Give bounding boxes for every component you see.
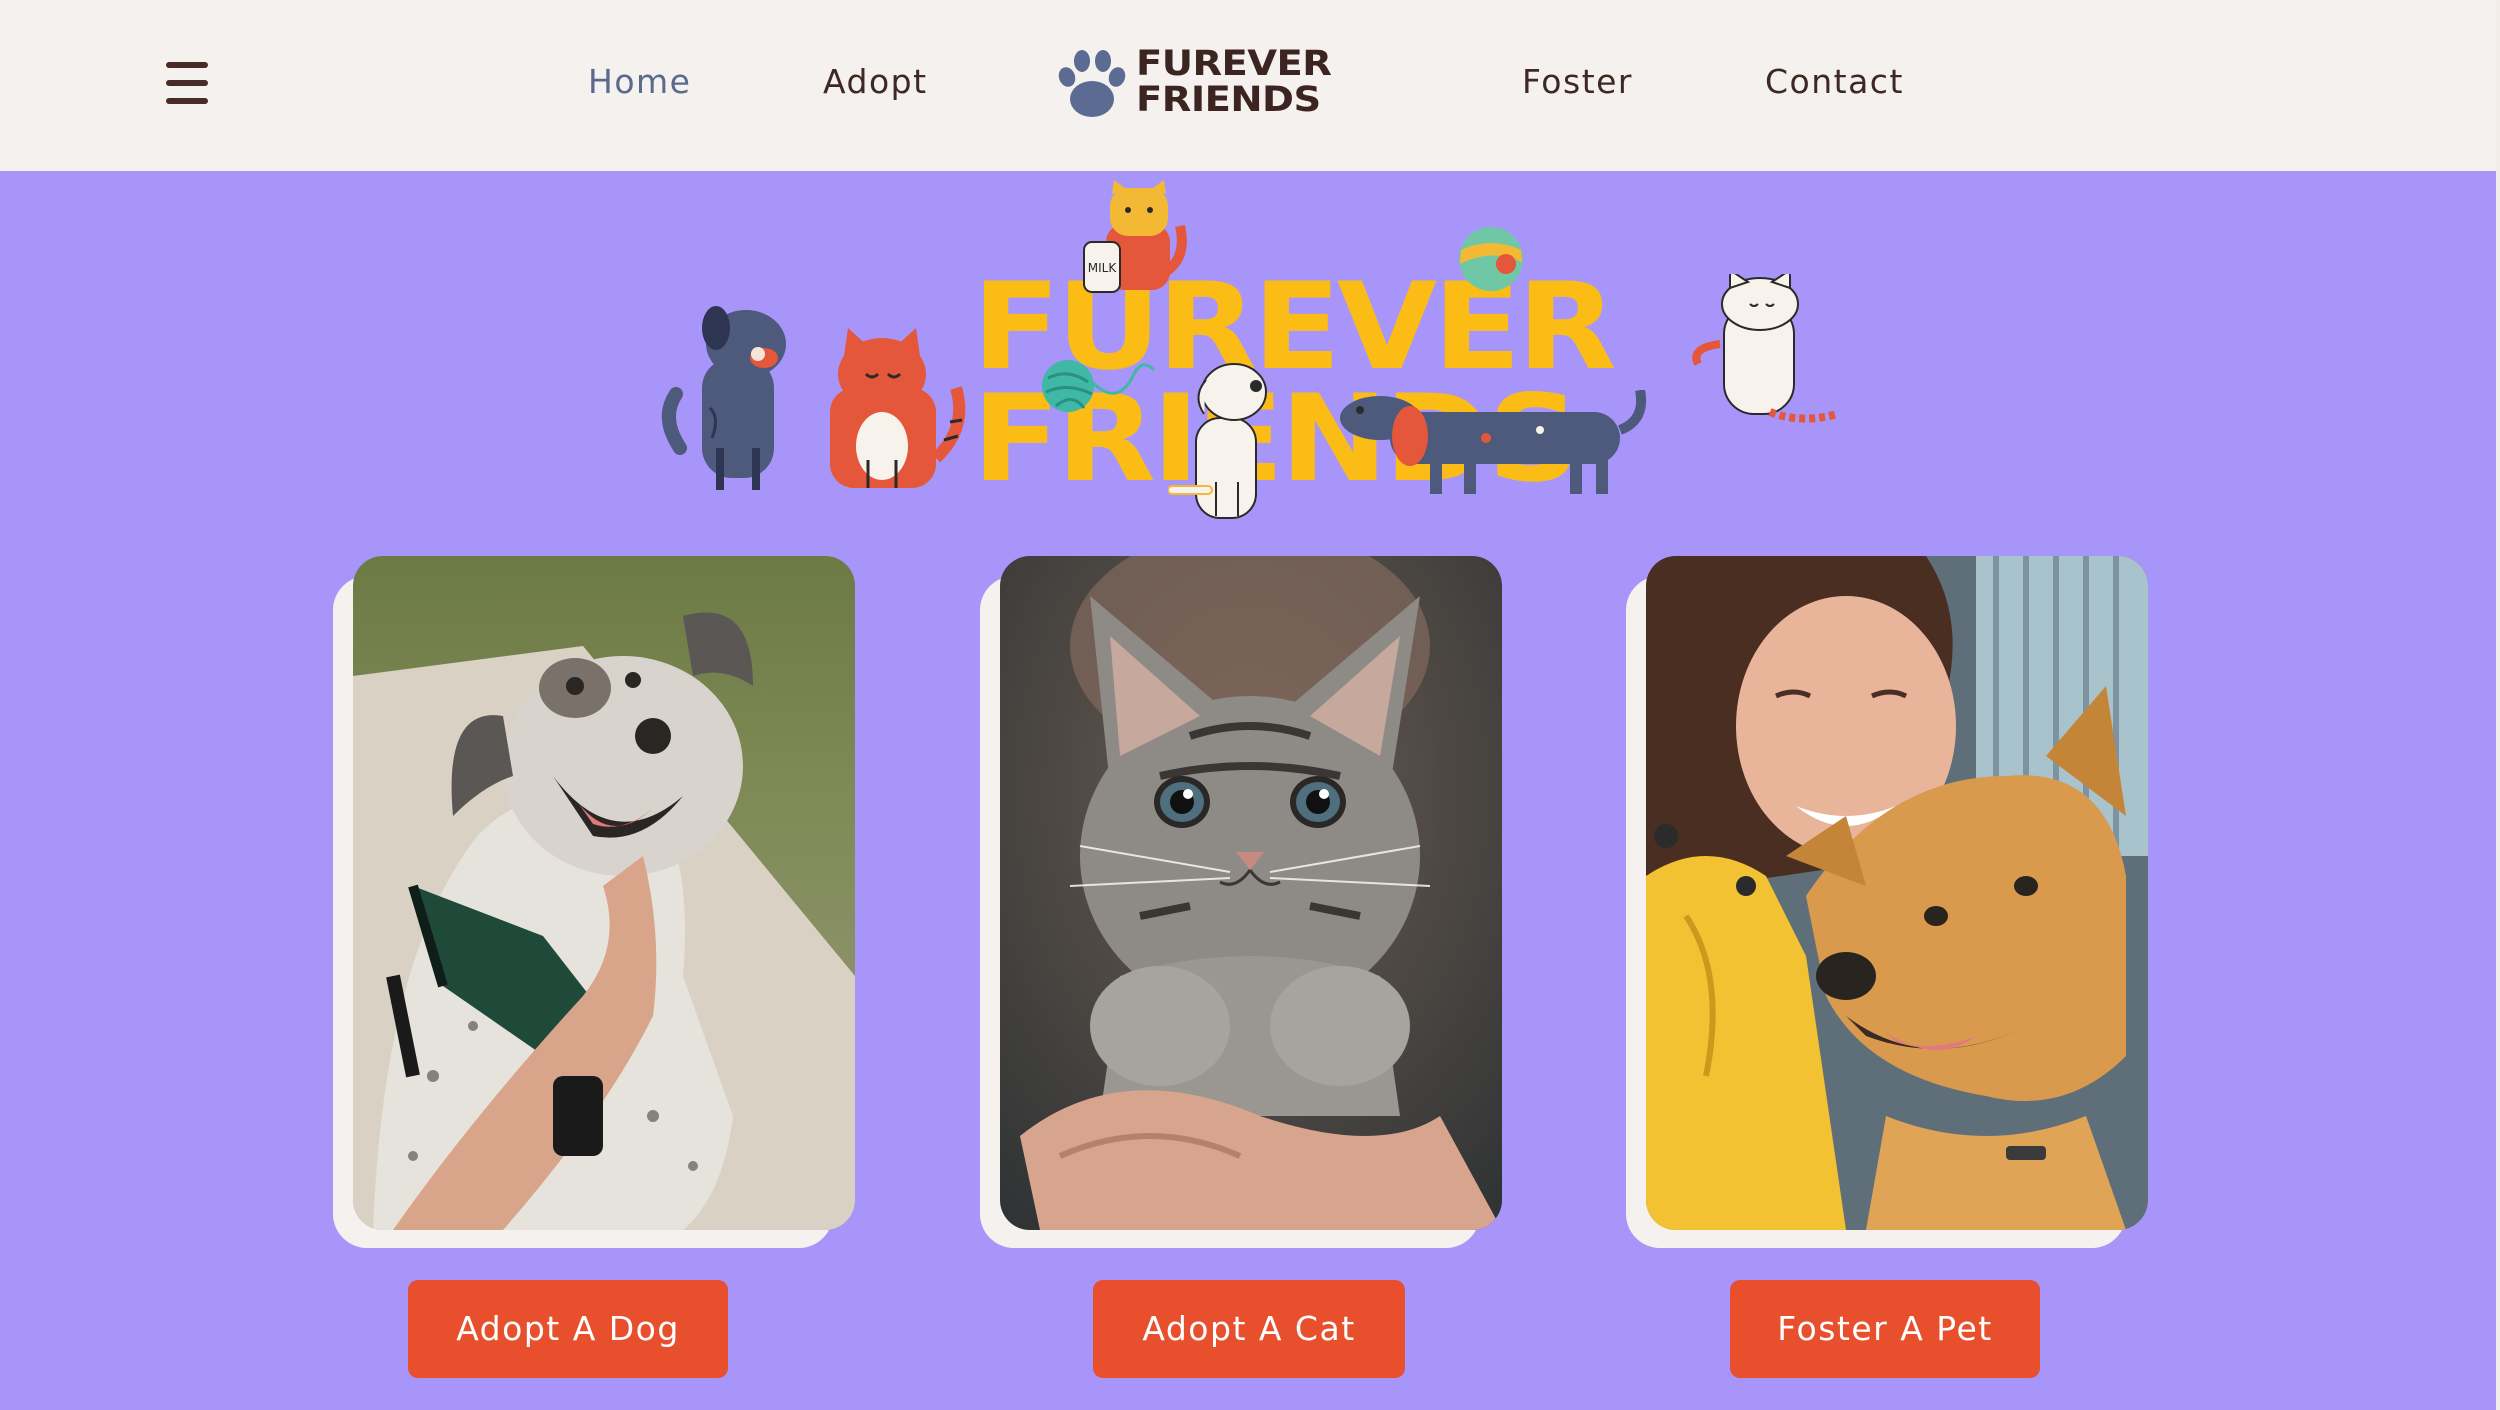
foster-pet-button[interactable]: Foster A Pet [1730,1280,2040,1378]
brand-line-1: FUREVER [1136,44,1332,84]
orange-cat-illustration [830,328,966,488]
cat-photo[interactable] [1000,556,1502,1230]
toy-ball-illustration [1459,227,1523,291]
nav-foster-link[interactable]: Foster [1522,58,1633,106]
brand-logo[interactable]: FUREVER FRIENDS [1054,44,1384,124]
dog-photo[interactable] [353,556,855,1230]
white-cat-illustration [1692,274,1840,423]
adopt-cat-button[interactable]: Adopt A Cat [1093,1280,1405,1378]
dachshund-illustration [1340,390,1646,494]
nav-contact-link[interactable]: Contact [1765,58,1904,106]
yarn-ball-illustration [1042,360,1156,412]
foster-photo[interactable] [1646,556,2148,1230]
foster-pet-card [1626,556,2148,1248]
nav-adopt-link[interactable]: Adopt [823,58,928,106]
nav-home-link[interactable]: Home [588,58,691,106]
milk-cat-illustration: MILK [1083,180,1187,293]
brand-line-2: FRIENDS [1136,80,1321,120]
milk-bottle-label: MILK [1088,261,1118,275]
adopt-dog-button[interactable]: Adopt A Dog [408,1280,728,1378]
white-dog-illustration [1168,363,1267,519]
page-edge [2496,0,2500,1410]
paw-icon [1058,50,1126,117]
adopt-cat-card [980,556,1502,1248]
site-header: Home Adopt FUREVER FRIENDS Foster Contac… [0,0,2500,171]
hamburger-menu-icon[interactable] [166,60,208,106]
adopt-dog-card [333,556,855,1248]
hero-banner: FUREVER FRIENDS MILK [660,180,1840,520]
grey-dog-illustration [662,306,786,490]
